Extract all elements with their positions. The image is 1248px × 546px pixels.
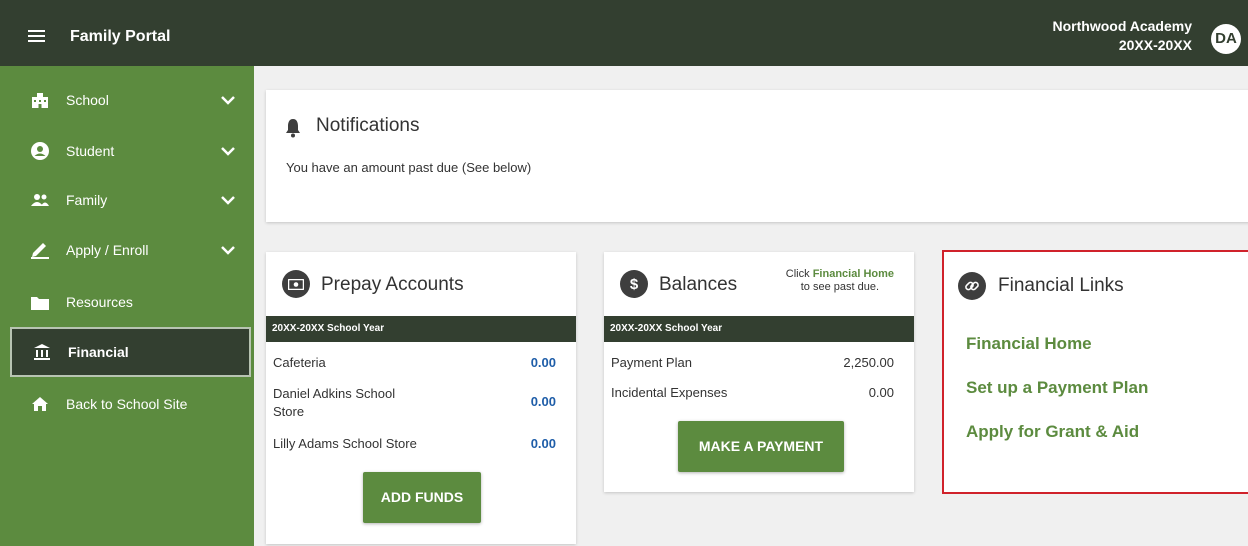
bank-icon [32,343,52,361]
account-name: Cafeteria [273,355,326,370]
link-icon [958,272,986,300]
sidebar-item-label: Resources [66,294,133,310]
sidebar-item-apply-enroll[interactable]: Apply / Enroll [10,226,251,274]
school-info: Northwood Academy 20XX-20XX [1053,17,1193,55]
balance-amount: 2,250.00 [843,355,894,370]
sidebar-item-label: Apply / Enroll [66,242,149,258]
payment-plan-link[interactable]: Set up a Payment Plan [966,378,1148,398]
prepay-accounts-card: Prepay Accounts 20XX-20XX School Year Ca… [266,252,576,544]
sidebar-item-financial[interactable]: Financial [10,327,251,377]
chevron-down-icon [221,196,235,205]
sidebar-item-label: School [66,92,109,108]
top-bar: Family Portal Northwood Academy 20XX-20X… [0,0,1248,66]
sidebar-item-label: Financial [68,344,129,360]
school-name: Northwood Academy [1052,18,1193,34]
account-name: Lilly Adams School Store [273,436,417,451]
hint-financial-home-link[interactable]: Financial Home [813,268,894,280]
hint-suffix: to see past due. [800,281,880,293]
sidebar: School Student Family Apply / Enroll Res… [0,66,254,546]
balance-name: Payment Plan [611,355,692,370]
add-funds-button[interactable]: ADD FUNDS [363,472,481,523]
app-title: Family Portal [70,28,171,45]
financial-home-link[interactable]: Financial Home [966,334,1092,354]
menu-icon[interactable] [28,30,45,43]
sidebar-item-resources[interactable]: Resources [10,278,251,326]
sidebar-item-school[interactable]: School [10,76,251,124]
hint-prefix: Click [785,268,810,280]
balance-amount: 0.00 [868,385,894,400]
sidebar-item-label: Back to School Site [66,396,188,412]
account-balance: 0.00 [530,436,556,451]
balances-hint: Click Financial Home to see past due. [786,268,894,294]
money-bill-icon [282,270,310,298]
account-balance: 0.00 [530,394,556,409]
school-year: 20XX-20XX [1118,37,1192,53]
bell-icon [286,119,300,138]
main-content: Notifications You have an amount past du… [254,66,1248,546]
notification-message: You have an amount past due (See below) [286,160,532,175]
sidebar-item-family[interactable]: Family [10,176,251,224]
sidebar-item-back-to-school-site[interactable]: Back to School Site [10,380,251,428]
prepay-title: Prepay Accounts [321,274,464,295]
avatar[interactable]: DA [1211,24,1241,54]
grant-aid-link[interactable]: Apply for Grant & Aid [966,422,1139,442]
account-balance: 0.00 [530,355,556,370]
users-icon [30,191,50,209]
dollar-icon: $ [620,270,648,298]
home-icon [30,395,50,413]
balance-name: Incidental Expenses [611,385,728,400]
folder-icon [30,293,50,311]
user-circle-icon [30,142,50,160]
make-payment-button[interactable]: MAKE A PAYMENT [678,421,844,472]
prepay-year-label: 20XX-20XX School Year [266,316,576,342]
chevron-down-icon [221,147,235,156]
account-name: Daniel Adkins School Store [273,386,396,419]
balances-title: Balances [659,274,738,295]
financial-links-card: Financial Links Financial Home Set up a … [942,250,1248,494]
chevron-down-icon [221,96,235,105]
balances-card: $ Balances Click Financial Home to see p… [604,252,914,492]
building-icon [30,91,50,109]
notifications-card: Notifications You have an amount past du… [266,90,1248,222]
pen-icon [30,241,50,259]
notifications-title: Notifications [316,115,420,136]
chevron-down-icon [221,246,235,255]
sidebar-item-label: Student [66,143,115,159]
financial-links-title: Financial Links [998,275,1124,296]
sidebar-item-student[interactable]: Student [10,127,251,175]
sidebar-item-label: Family [66,192,108,208]
balances-year-label: 20XX-20XX School Year [604,316,914,342]
